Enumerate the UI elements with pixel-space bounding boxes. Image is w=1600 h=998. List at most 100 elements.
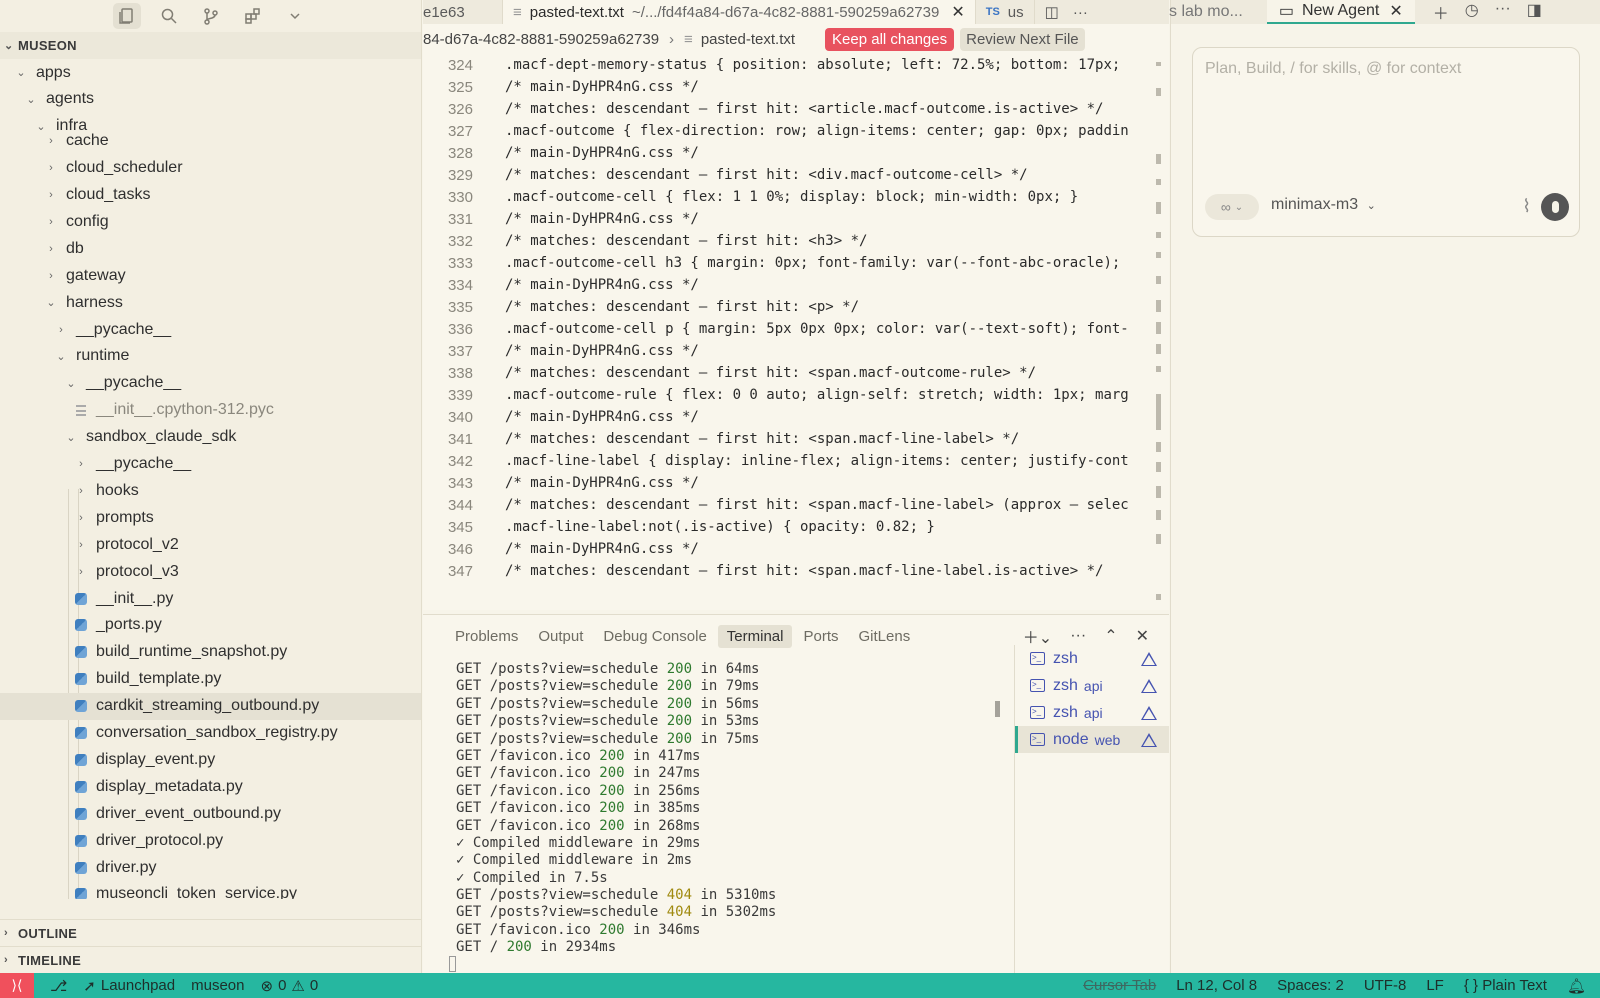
agent-prompt-input[interactable] bbox=[1205, 60, 1567, 78]
tree-file[interactable]: display_event.py bbox=[0, 746, 421, 773]
review-next-file-button[interactable]: Review Next File bbox=[960, 27, 1085, 51]
launchpad-item[interactable]: ➚ Launchpad bbox=[83, 977, 175, 995]
code-text: .macf-outcome-cell p { margin: 5px 0px 0… bbox=[505, 321, 1129, 337]
tree-item-label: museoncli_token_service.py bbox=[96, 885, 297, 899]
tree-folder[interactable]: › cloud_scheduler bbox=[0, 155, 421, 182]
tree-file[interactable]: driver_event_outbound.py bbox=[0, 800, 421, 827]
tree-file[interactable]: __init__.cpython-312.pyc bbox=[0, 397, 421, 424]
cursor-tab-item[interactable]: Cursor Tab bbox=[1083, 977, 1156, 994]
model-name: minimax-m3 bbox=[1271, 196, 1359, 213]
tree-folder[interactable]: ⌄ sandbox_claude_sdk bbox=[0, 424, 421, 451]
tab-typescript[interactable]: TS us bbox=[976, 0, 1035, 24]
breadcrumb-file[interactable]: pasted-text.txt bbox=[701, 31, 795, 48]
tab-debug-console[interactable]: Debug Console bbox=[594, 625, 715, 648]
tree-file[interactable]: cardkit_streaming_outbound.py bbox=[0, 692, 421, 720]
tree-folder[interactable]: ⌄ __pycache__ bbox=[0, 370, 421, 397]
tree-folder[interactable]: › __pycache__ bbox=[0, 316, 421, 343]
workspace-item[interactable]: museon bbox=[191, 977, 244, 994]
terminal-line: GET /posts?view=schedule 200 in 53ms bbox=[456, 713, 996, 730]
split-editor-icon[interactable]: ◫ bbox=[1045, 3, 1059, 21]
editor-minimap[interactable] bbox=[1149, 54, 1169, 610]
explorer-section-header[interactable]: ⌄ MUSEON bbox=[0, 32, 421, 59]
tree-folder[interactable]: › protocol_v2 bbox=[0, 531, 421, 558]
history-clock-icon[interactable]: ◷ bbox=[1465, 0, 1479, 24]
terminal-instance[interactable]: >_ zsh bbox=[1015, 645, 1169, 672]
problems-item[interactable]: ⊗ 0 ⚠ 0 bbox=[261, 977, 319, 995]
new-chat-plus-icon[interactable]: ＋ bbox=[1433, 0, 1449, 24]
source-control-icon[interactable] bbox=[197, 3, 225, 29]
maximize-panel-chevron-up-icon[interactable]: ⌃ bbox=[1104, 626, 1117, 646]
more-actions-icon[interactable]: ··· bbox=[1070, 627, 1086, 645]
tree-folder[interactable]: ⌄ harness bbox=[0, 289, 421, 316]
paperclip-icon[interactable]: ⌇ bbox=[1522, 196, 1531, 217]
close-icon[interactable]: ✕ bbox=[951, 2, 964, 22]
language-mode[interactable]: { } Plain Text bbox=[1464, 977, 1547, 994]
tab-pasted-text[interactable]: ≡ pasted-text.txt ~/.../fd4f4a84-d67a-4c… bbox=[503, 0, 976, 24]
tree-file[interactable]: __init__.py bbox=[0, 585, 421, 612]
close-icon[interactable]: ✕ bbox=[1389, 1, 1402, 21]
tree-file[interactable]: museoncli_token_service.py bbox=[0, 881, 421, 899]
minimap-mark bbox=[1156, 594, 1161, 600]
indentation[interactable]: Spaces: 2 bbox=[1277, 977, 1344, 994]
tab-previous[interactable]: e1e63 bbox=[423, 0, 503, 24]
terminal-text: GET /favicon.ico bbox=[456, 782, 600, 799]
encoding[interactable]: UTF-8 bbox=[1364, 977, 1407, 994]
tree-file[interactable]: _ports.py bbox=[0, 612, 421, 639]
tree-file[interactable]: driver.py bbox=[0, 854, 421, 881]
end-of-line[interactable]: LF bbox=[1426, 977, 1444, 994]
tree-item-label: prompts bbox=[96, 508, 154, 526]
timeline-section-header[interactable]: › TIMELINE bbox=[0, 946, 421, 973]
terminal-instance[interactable]: >_ zsh api bbox=[1015, 699, 1169, 726]
tree-folder[interactable]: › config bbox=[0, 208, 421, 235]
tab-gitlens[interactable]: GitLens bbox=[850, 625, 920, 648]
tree-folder[interactable]: › gateway bbox=[0, 262, 421, 289]
tree-folder[interactable]: ⌄ runtime bbox=[0, 343, 421, 370]
breadcrumb-folder[interactable]: 84-d67a-4c82-8881-590259a62739 bbox=[423, 31, 659, 48]
tree-folder[interactable]: › cloud_tasks bbox=[0, 182, 421, 209]
tab-new-agent[interactable]: ▭ New Agent ✕ bbox=[1266, 0, 1415, 24]
tree-file[interactable]: build_runtime_snapshot.py bbox=[0, 639, 421, 666]
close-panel-icon[interactable]: ✕ bbox=[1136, 626, 1149, 646]
explorer-files-icon[interactable] bbox=[113, 3, 141, 29]
tree-folder[interactable]: ⌄ apps bbox=[0, 59, 421, 86]
tree-folder[interactable]: ⌄ agents bbox=[0, 86, 421, 113]
agent-tab-previous[interactable]: s lab mo... bbox=[1169, 3, 1243, 21]
tree-folder[interactable]: › hooks bbox=[0, 477, 421, 504]
tab-output[interactable]: Output bbox=[529, 625, 592, 648]
editor-group: e1e63 ≡ pasted-text.txt ~/.../fd4f4a84-d… bbox=[423, 0, 1169, 610]
outline-section-header[interactable]: › OUTLINE bbox=[0, 919, 421, 946]
more-views-chevron-icon[interactable] bbox=[281, 3, 309, 29]
tree-folder[interactable]: › protocol_v3 bbox=[0, 558, 421, 585]
tree-file[interactable]: driver_protocol.py bbox=[0, 827, 421, 854]
mode-selector[interactable]: ∞ ⌄ bbox=[1205, 194, 1259, 220]
tree-folder[interactable]: › cache bbox=[0, 128, 421, 155]
cursor-position[interactable]: Ln 12, Col 8 bbox=[1176, 977, 1257, 994]
tab-ports[interactable]: Ports bbox=[794, 625, 847, 648]
terminal-scrollbar[interactable] bbox=[995, 701, 1000, 717]
tree-folder[interactable]: › db bbox=[0, 235, 421, 262]
more-actions-icon[interactable]: ··· bbox=[1495, 0, 1511, 24]
terminal-output[interactable]: GET /posts?view=schedule 200 in 64ms GET … bbox=[456, 661, 996, 957]
source-control-status-icon[interactable]: ⎇ bbox=[50, 977, 67, 995]
extensions-icon[interactable] bbox=[239, 3, 267, 29]
terminal-instance[interactable]: >_ zsh api bbox=[1015, 672, 1169, 699]
model-selector[interactable]: minimax-m3 ⌄ bbox=[1271, 196, 1376, 214]
tree-folder[interactable]: › __pycache__ bbox=[0, 451, 421, 478]
tab-terminal[interactable]: Terminal bbox=[717, 624, 793, 648]
tab-problems[interactable]: Problems bbox=[446, 625, 527, 648]
keep-all-changes-button[interactable]: Keep all changes bbox=[825, 27, 955, 51]
search-icon[interactable] bbox=[155, 3, 183, 29]
tree-file[interactable]: display_metadata.py bbox=[0, 773, 421, 800]
chevron-down-icon: ⌄ bbox=[16, 67, 26, 79]
line-number: 332 bbox=[447, 232, 473, 250]
remote-indicator-icon[interactable]: ⟩⟨ bbox=[0, 973, 34, 998]
tree-file[interactable]: conversation_sandbox_registry.py bbox=[0, 720, 421, 747]
microphone-button[interactable] bbox=[1541, 193, 1569, 221]
notifications-bell-icon[interactable]: 🔔︎ bbox=[1567, 977, 1586, 995]
tree-folder[interactable]: › prompts bbox=[0, 504, 421, 531]
tree-file[interactable]: build_template.py bbox=[0, 666, 421, 693]
toggle-panel-icon[interactable]: ◨ bbox=[1527, 0, 1542, 24]
terminal-instance[interactable]: >_ node web bbox=[1015, 726, 1169, 753]
more-actions-icon[interactable]: ··· bbox=[1073, 4, 1088, 21]
code-editor[interactable]: 324 .macf-dept-memory-status { position: … bbox=[423, 54, 1169, 610]
